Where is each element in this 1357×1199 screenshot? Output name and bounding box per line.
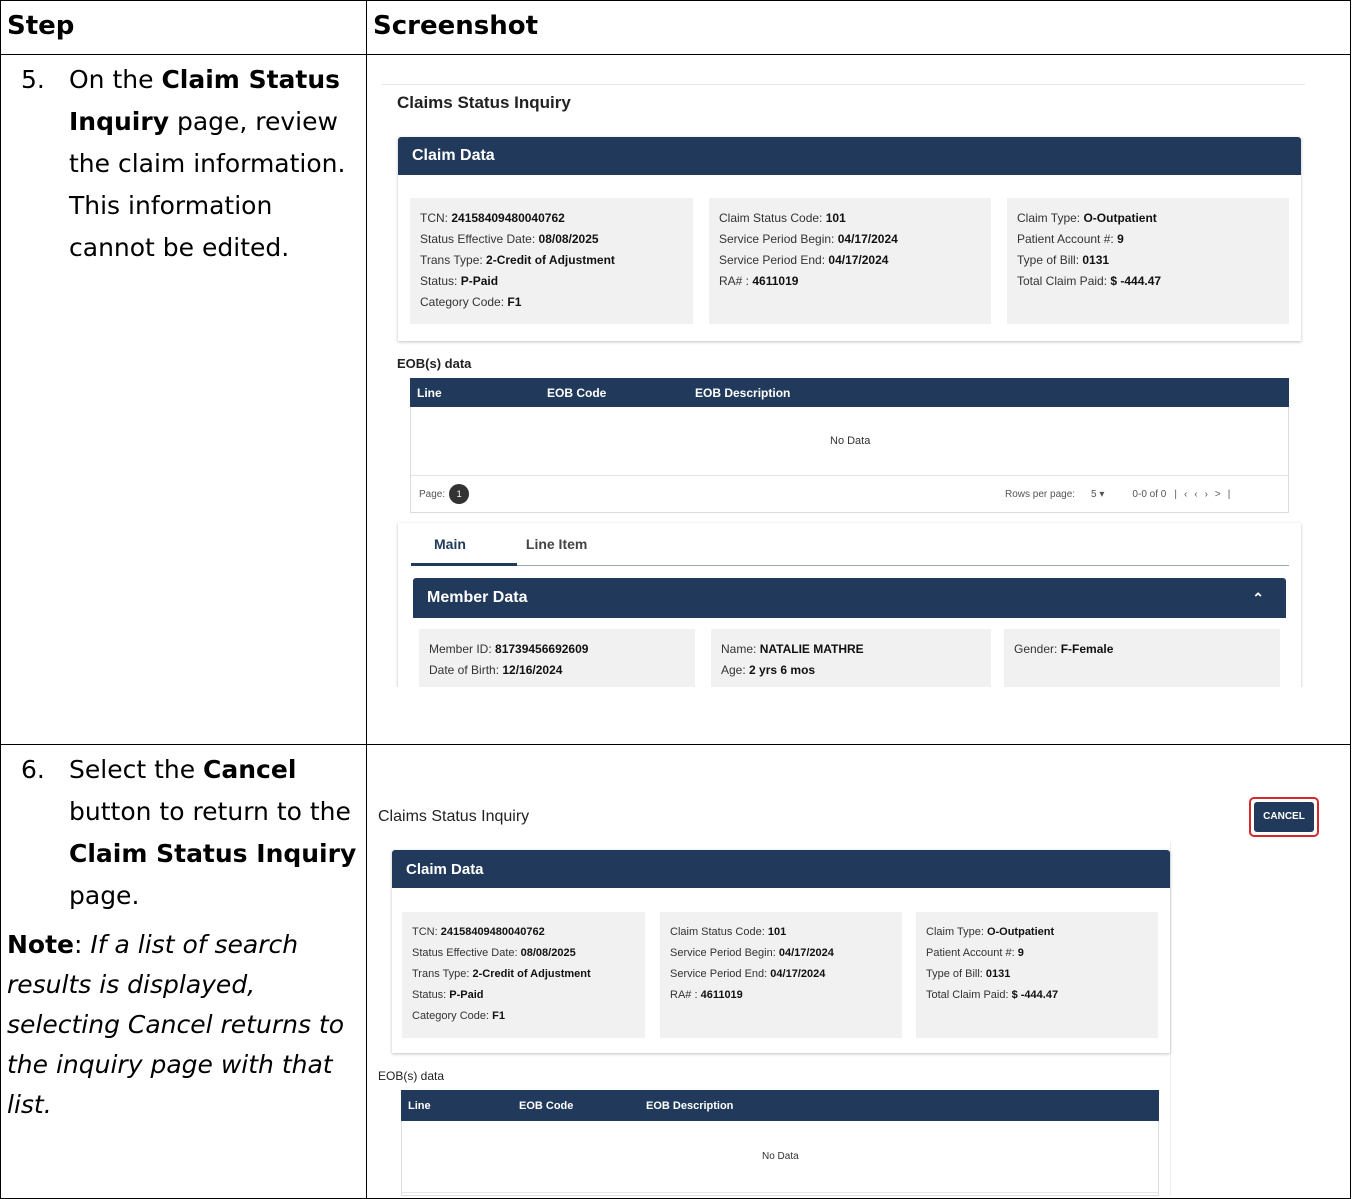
col-eob-description[interactable]: EOB Description <box>695 386 790 400</box>
col-eob-description-2[interactable]: EOB Description <box>646 1100 733 1112</box>
claim-info-col-1: TCN: 24158409480040762 Status Effective … <box>410 198 693 324</box>
rows-per-page-label: Rows per page: <box>1005 489 1076 500</box>
col-line-2[interactable]: Line <box>408 1100 431 1112</box>
tab-main[interactable]: Main <box>404 536 496 552</box>
claim-info-col-1-2: TCN: 24158409480040762 Status Effective … <box>402 912 645 1038</box>
page-nav-icons[interactable]: |‹‹›>| <box>1174 489 1237 500</box>
pagination-left: Page: 1 <box>419 484 470 504</box>
member-info-col-3: Gender: F-Female <box>1004 629 1280 687</box>
eob-grid-body: No Data Page: 1 Rows per page: 5 ▾ 0-0 o… <box>410 407 1289 513</box>
step-5-cell: 5. On the Claim Status Inquiry page, rev… <box>0 54 367 745</box>
pagination-right: Rows per page: 5 ▾ 0-0 of 0 |‹‹›>| <box>1005 489 1237 500</box>
no-data-text: No Data <box>830 435 871 447</box>
col-eob-code[interactable]: EOB Code <box>547 386 606 400</box>
header-screenshot: Screenshot <box>366 0 1351 55</box>
col-line[interactable]: Line <box>417 386 442 400</box>
page-title-2: Claims Status Inquiry <box>378 808 530 825</box>
eob-label: EOB(s) data <box>397 356 472 371</box>
header-step: Step <box>0 0 367 55</box>
claim-info-col-2-2: Claim Status Code: 101 Service Period Be… <box>660 912 902 1038</box>
eob-grid-body-2: No Data <box>401 1121 1159 1196</box>
claim-info-col-3-2: Claim Type: O-Outpatient Patient Account… <box>916 912 1158 1038</box>
tabs-card: Main Line Item Member Data ⌃ Member ID: … <box>398 523 1301 687</box>
claim-data-card: Claim Data TCN: 24158409480040762 Status… <box>398 137 1301 341</box>
step-6-number: 6. <box>21 755 45 784</box>
eob-label-2: EOB(s) data <box>378 1069 445 1083</box>
screenshot-cancel: Claims Status Inquiry CANCEL Claim Data … <box>376 794 1330 1196</box>
cancel-button[interactable]: CANCEL <box>1254 802 1314 832</box>
active-tab-indicator <box>411 563 517 566</box>
rows-per-page-select[interactable]: 5 ▾ <box>1091 489 1104 500</box>
eob-grid-header-2: Line EOB Code EOB Description <box>401 1090 1159 1121</box>
member-info-col-2: Name: NATALIE MATHRE Age: 2 yrs 6 mos <box>711 629 991 687</box>
claim-data-header-2: Claim Data <box>392 850 1170 888</box>
tab-line-item[interactable]: Line Item <box>496 536 617 552</box>
claim-info-col-3: Claim Type: O-Outpatient Patient Account… <box>1007 198 1289 324</box>
chevron-up-icon[interactable]: ⌃ <box>1252 590 1264 607</box>
step-5-number: 5. <box>21 65 45 94</box>
step-6-cell: 6. Select the Cancel button to return to… <box>0 744 367 1199</box>
member-info-col-1: Member ID: 81739456692609 Date of Birth:… <box>419 629 695 687</box>
range-text: 0-0 of 0 <box>1132 489 1167 500</box>
page-number[interactable]: 1 <box>449 484 470 504</box>
claim-data-card-2: Claim Data TCN: 24158409480040762 Status… <box>392 850 1170 1053</box>
eob-grid-header: Line EOB Code EOB Description <box>410 378 1289 407</box>
claim-data-header: Claim Data <box>398 137 1301 175</box>
claim-info-col-2: Claim Status Code: 101 Service Period Be… <box>709 198 991 324</box>
step-5-text: On the Claim Status Inquiry page, review… <box>69 65 346 262</box>
step-6-note: Note: If a list of search results is dis… <box>7 930 345 1119</box>
col-eob-code-2[interactable]: EOB Code <box>519 1100 573 1112</box>
page-title: Claims Status Inquiry <box>397 93 571 112</box>
screenshot-claim-status: Claims Status Inquiry Claim Data TCN: 24… <box>382 84 1305 687</box>
step-6-text: Select the Cancel button to return to th… <box>69 755 357 910</box>
tab-bar: Main Line Item <box>404 536 617 552</box>
no-data-text-2: No Data <box>762 1151 799 1162</box>
member-data-header[interactable]: Member Data ⌃ <box>413 578 1286 618</box>
